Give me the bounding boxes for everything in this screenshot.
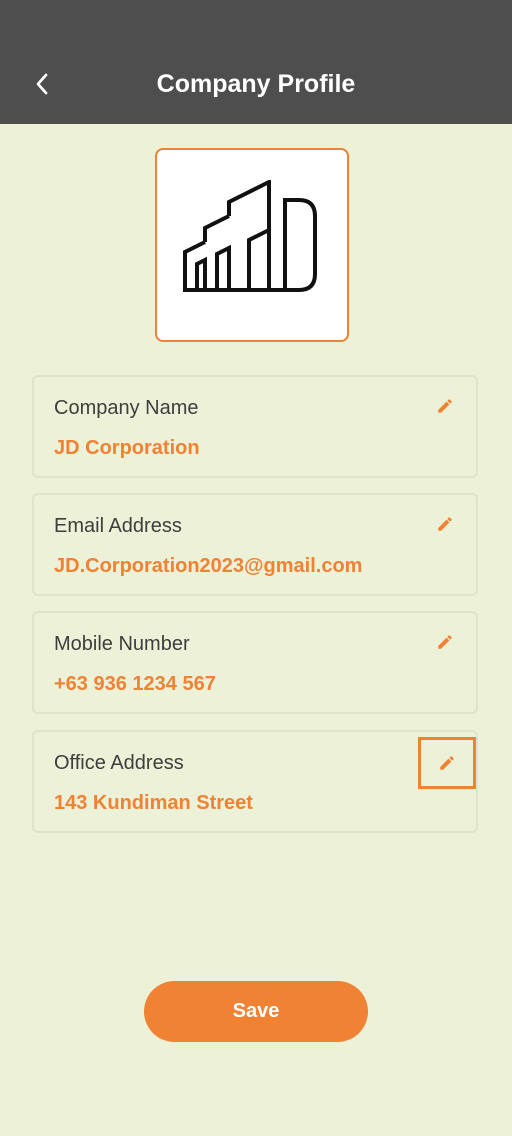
office-address-card: Office Address 143 Kundiman Street [32,730,478,833]
email-address-label: Email Address [54,515,182,537]
company-logo-icon [183,180,317,292]
office-address-value: 143 Kundiman Street [54,792,253,814]
company-name-card: Company Name JD Corporation [32,375,478,478]
pencil-icon [438,399,452,413]
mobile-number-label: Mobile Number [54,633,190,655]
company-name-label: Company Name [54,397,199,419]
save-button[interactable]: Save [144,981,368,1042]
app-header: Company Profile [0,0,512,124]
edit-company-name-button[interactable] [430,391,460,421]
email-address-value: JD.Corporation2023@gmail.com [54,555,363,577]
pencil-icon [438,517,452,531]
edit-mobile-number-button[interactable] [430,627,460,657]
company-name-value: JD Corporation [54,437,200,459]
pencil-icon [440,756,454,770]
page-title: Company Profile [156,70,356,98]
email-address-card: Email Address JD.Corporation2023@gmail.c… [32,493,478,596]
edit-email-address-button[interactable] [430,509,460,539]
mobile-number-value: +63 936 1234 567 [54,673,216,695]
mobile-number-card: Mobile Number +63 936 1234 567 [32,611,478,714]
pencil-icon [438,635,452,649]
edit-office-address-button[interactable] [418,737,476,789]
company-logo[interactable] [155,148,349,342]
office-address-label: Office Address [54,752,184,774]
